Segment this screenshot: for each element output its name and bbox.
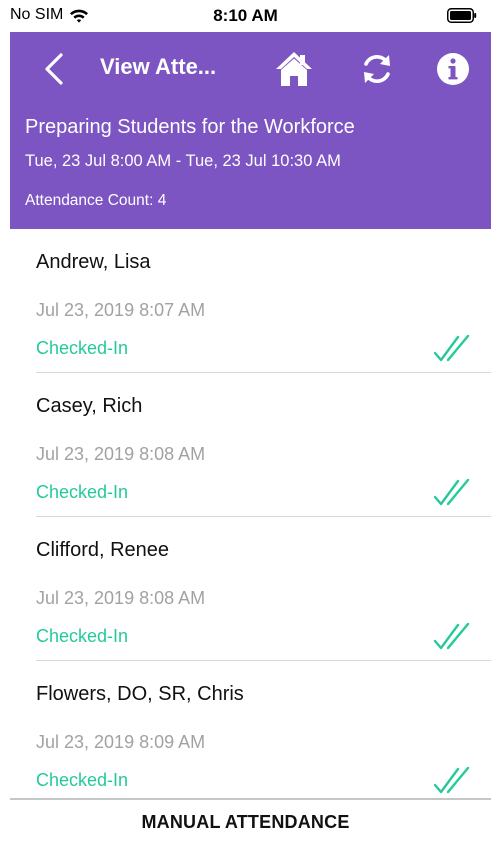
check-in-timestamp: Jul 23, 2019 8:07 AM bbox=[36, 300, 206, 320]
check-in-status: Checked-In bbox=[36, 338, 129, 358]
event-header: Preparing Students for the Workforce Tue… bbox=[10, 106, 491, 229]
info-icon bbox=[437, 53, 469, 85]
check-in-timestamp: Jul 23, 2019 8:08 AM bbox=[36, 588, 206, 608]
attendee-name: Flowers, DO, SR, Chris bbox=[36, 683, 244, 705]
manual-attendance-label: MANUAL ATTENDANCE bbox=[141, 812, 350, 832]
refresh-icon bbox=[364, 55, 390, 83]
double-check-icon bbox=[433, 622, 470, 650]
manual-attendance-button[interactable]: MANUAL ATTENDANCE bbox=[0, 800, 491, 845]
double-check-icon bbox=[433, 478, 470, 506]
attendee-name: Clifford, Renee bbox=[36, 539, 170, 561]
battery-icon bbox=[447, 8, 477, 23]
page-title: View Atte... bbox=[100, 54, 217, 79]
status-time: 8:10 AM bbox=[213, 6, 278, 25]
check-in-status: Checked-In bbox=[36, 626, 129, 646]
attendee-name: Casey, Rich bbox=[36, 395, 143, 417]
attendee-name: Andrew, Lisa bbox=[36, 251, 151, 273]
double-check-icon bbox=[433, 334, 470, 362]
attendance-count: Attendance Count: 4 bbox=[25, 192, 167, 209]
home-icon bbox=[276, 52, 312, 86]
chevron-left-icon bbox=[45, 53, 63, 85]
check-in-timestamp: Jul 23, 2019 8:08 AM bbox=[36, 444, 206, 464]
check-in-status: Checked-In bbox=[36, 482, 129, 502]
check-in-timestamp: Jul 23, 2019 8:09 AM bbox=[36, 732, 206, 752]
attendee-row[interactable]: Andrew, Lisa Jul 23, 2019 8:07 AM Checke… bbox=[0, 229, 491, 373]
event-title: Preparing Students for the Workforce bbox=[25, 116, 355, 138]
double-check-icon bbox=[433, 766, 470, 794]
attendee-row[interactable]: Casey, Rich Jul 23, 2019 8:08 AM Checked… bbox=[0, 373, 491, 517]
attendee-row[interactable]: Flowers, DO, SR, Chris Jul 23, 2019 8:09… bbox=[0, 661, 491, 805]
refresh-button[interactable] bbox=[358, 50, 396, 88]
nav-bar: View Atte... bbox=[10, 32, 491, 106]
status-bar: No SIM 8:10 AM bbox=[0, 0, 491, 32]
back-button[interactable] bbox=[40, 50, 70, 88]
attendee-row[interactable]: Clifford, Renee Jul 23, 2019 8:08 AM Che… bbox=[0, 517, 491, 661]
home-button[interactable] bbox=[274, 49, 314, 89]
check-in-status: Checked-In bbox=[36, 770, 129, 790]
event-time-range: Tue, 23 Jul 8:00 AM - Tue, 23 Jul 10:30 … bbox=[25, 152, 341, 170]
info-button[interactable] bbox=[434, 50, 472, 88]
